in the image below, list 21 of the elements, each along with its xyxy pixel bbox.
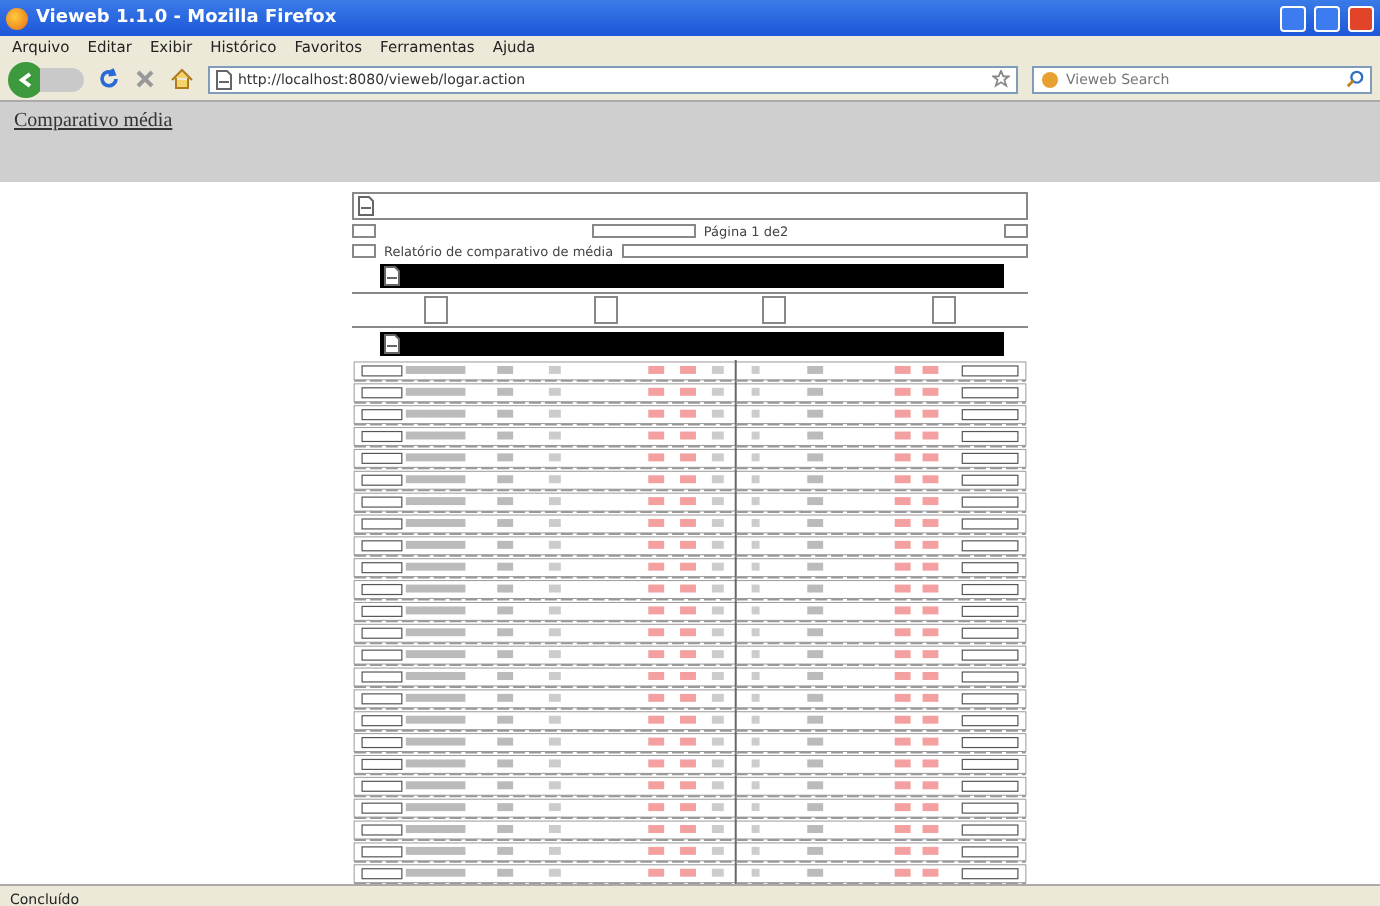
page-link[interactable]: Comparativo média <box>14 110 173 132</box>
search-icon[interactable] <box>1346 70 1364 88</box>
page-icon <box>216 69 232 89</box>
report-field <box>1004 224 1028 239</box>
document-icon <box>358 195 374 216</box>
image-icon <box>384 265 400 286</box>
back-button[interactable] <box>8 61 44 97</box>
image-icon <box>384 333 400 354</box>
minimize-button[interactable] <box>1280 5 1306 31</box>
search-engine-icon <box>1040 69 1060 89</box>
close-button[interactable] <box>1348 5 1374 31</box>
star-icon[interactable] <box>992 70 1010 88</box>
report-field <box>591 224 696 239</box>
maximize-button[interactable] <box>1314 5 1340 31</box>
reload-icon[interactable] <box>98 68 120 90</box>
home-icon[interactable] <box>170 68 194 90</box>
window-title: Vieweb 1.1.0 - Mozilla Firefox <box>36 8 339 28</box>
browser-icon <box>6 7 28 29</box>
report-field <box>352 244 376 259</box>
report-field <box>352 224 376 239</box>
stop-icon[interactable] <box>134 68 156 90</box>
